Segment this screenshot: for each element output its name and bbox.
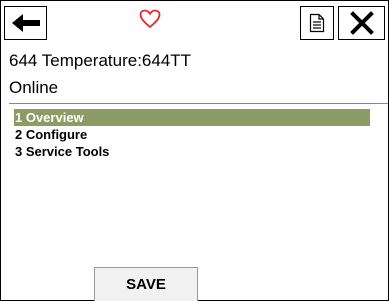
heart-outline-icon: [139, 9, 161, 29]
device-title: 644 Temperature:644TT: [9, 51, 192, 70]
save-button[interactable]: SAVE: [94, 267, 198, 301]
menu-item-service-tools[interactable]: 3 Service Tools: [14, 143, 370, 160]
arrow-left-icon: [11, 14, 40, 32]
back-button[interactable]: [4, 6, 47, 40]
device-window: 644 Temperature:644TT Online 1 Overview …: [0, 0, 389, 301]
menu-list: 1 Overview 2 Configure 3 Service Tools: [14, 109, 370, 160]
menu-item-overview[interactable]: 1 Overview: [14, 109, 370, 126]
favorite-button[interactable]: [138, 7, 162, 31]
device-status: Online: [9, 78, 59, 97]
document-button[interactable]: [300, 6, 334, 40]
close-x-icon: [349, 11, 374, 35]
toolbar: [1, 1, 388, 45]
close-button[interactable]: [338, 6, 385, 40]
document-icon: [309, 13, 325, 33]
header-divider: [9, 103, 388, 104]
menu-item-configure[interactable]: 2 Configure: [14, 126, 370, 143]
